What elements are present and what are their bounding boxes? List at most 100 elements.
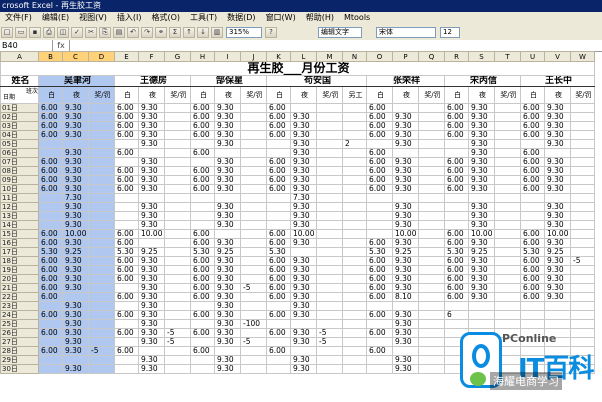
table-cell[interactable]: 9.30 (214, 265, 241, 275)
table-cell[interactable]: 6.00 (114, 328, 139, 338)
table-cell[interactable]: 6.00 (444, 112, 469, 122)
table-cell[interactable] (418, 238, 445, 248)
table-cell[interactable] (342, 256, 367, 266)
table-cell[interactable]: 6.00 (366, 328, 393, 338)
table-cell[interactable] (138, 238, 165, 248)
date-cell[interactable]: 19日 (0, 265, 39, 275)
table-cell[interactable]: 6.00 (266, 292, 291, 302)
table-cell[interactable] (164, 346, 191, 356)
table-cell[interactable]: 6.00 (190, 121, 215, 131)
shift-header[interactable]: 奖/罚 (418, 86, 445, 104)
column-header[interactable]: B (38, 51, 63, 62)
new-icon[interactable]: □ (1, 26, 13, 38)
table-cell[interactable] (520, 193, 545, 203)
table-cell[interactable]: 6.00 (444, 130, 469, 140)
table-cell[interactable]: 6.00 (38, 103, 63, 113)
table-cell[interactable] (88, 265, 115, 275)
paste-icon[interactable]: ▤ (113, 26, 125, 38)
table-cell[interactable]: 9.30 (214, 274, 241, 284)
table-cell[interactable] (316, 283, 343, 293)
table-cell[interactable] (164, 265, 191, 275)
shift-header[interactable]: 夜 (392, 86, 419, 104)
table-cell[interactable]: 9.30 (214, 139, 241, 149)
table-cell[interactable]: 6.00 (444, 166, 469, 176)
table-cell[interactable] (570, 148, 595, 158)
table-cell[interactable]: 9.30 (138, 283, 165, 293)
table-cell[interactable]: 9.30 (290, 211, 317, 221)
table-cell[interactable]: 5.30 (190, 247, 215, 257)
table-cell[interactable]: 9.30 (214, 157, 241, 167)
table-cell[interactable]: 9.25 (62, 247, 89, 257)
table-cell[interactable]: 9.30 (468, 184, 495, 194)
table-cell[interactable]: 9.30 (468, 238, 495, 248)
table-cell[interactable]: 6.00 (190, 148, 215, 158)
table-cell[interactable] (342, 157, 367, 167)
table-cell[interactable] (418, 274, 445, 284)
shift-header[interactable]: 白 (520, 86, 545, 104)
date-cell[interactable]: 23日 (0, 301, 39, 311)
table-cell[interactable] (392, 148, 419, 158)
table-cell[interactable] (316, 148, 343, 158)
table-cell[interactable]: 9.30 (544, 211, 571, 221)
table-cell[interactable]: 6.00 (38, 310, 63, 320)
table-cell[interactable] (444, 139, 469, 149)
table-cell[interactable] (114, 364, 139, 374)
date-cell[interactable]: 21日 (0, 283, 39, 293)
table-cell[interactable] (114, 319, 139, 329)
table-cell[interactable] (88, 337, 115, 347)
shift-header[interactable]: 夜 (62, 86, 89, 104)
table-cell[interactable] (366, 202, 393, 212)
date-cell[interactable]: 04日 (0, 130, 39, 140)
date-cell[interactable]: 28日 (0, 346, 39, 356)
table-cell[interactable]: 9.30 (392, 121, 419, 131)
table-cell[interactable] (494, 211, 521, 221)
table-cell[interactable]: 9.30 (392, 139, 419, 149)
table-cell[interactable]: 6.00 (38, 157, 63, 167)
table-cell[interactable]: 6.00 (520, 265, 545, 275)
date-cell[interactable]: 18日 (0, 256, 39, 266)
table-cell[interactable]: 6.00 (114, 310, 139, 320)
table-cell[interactable] (570, 121, 595, 131)
table-cell[interactable] (214, 193, 241, 203)
table-cell[interactable]: 6.00 (520, 274, 545, 284)
sheet-title[interactable]: 再生胶___月份工资 (0, 61, 595, 76)
table-cell[interactable]: 6.00 (114, 346, 139, 356)
table-cell[interactable] (366, 220, 393, 230)
font-select[interactable]: 宋体 (376, 26, 436, 38)
table-cell[interactable]: 6.00 (520, 130, 545, 140)
table-cell[interactable]: 9.30 (138, 157, 165, 167)
table-cell[interactable] (494, 175, 521, 185)
table-cell[interactable] (366, 337, 393, 347)
table-cell[interactable]: 6.00 (38, 283, 63, 293)
table-cell[interactable]: 6.00 (38, 256, 63, 266)
table-cell[interactable]: 6.00 (38, 274, 63, 284)
copy-icon[interactable]: ⎘ (99, 26, 111, 38)
table-cell[interactable] (240, 148, 267, 158)
shift-header[interactable]: 奖/罚 (316, 86, 343, 104)
table-cell[interactable] (494, 220, 521, 230)
table-cell[interactable] (164, 256, 191, 266)
table-cell[interactable] (190, 139, 215, 149)
table-cell[interactable] (88, 283, 115, 293)
table-cell[interactable]: 6.00 (266, 184, 291, 194)
table-cell[interactable]: -5 (88, 346, 115, 356)
table-cell[interactable]: 9.30 (468, 220, 495, 230)
table-cell[interactable]: 9.30 (392, 202, 419, 212)
date-cell[interactable]: 14日 (0, 220, 39, 230)
table-cell[interactable] (88, 274, 115, 284)
table-cell[interactable] (214, 148, 241, 158)
table-cell[interactable] (316, 184, 343, 194)
table-cell[interactable] (88, 139, 115, 149)
table-cell[interactable] (316, 319, 343, 329)
table-cell[interactable]: 9.30 (62, 211, 89, 221)
table-cell[interactable]: 9.30 (544, 103, 571, 113)
table-cell[interactable] (164, 238, 191, 248)
table-cell[interactable] (240, 157, 267, 167)
table-cell[interactable] (88, 175, 115, 185)
date-cell[interactable]: 09日 (0, 175, 39, 185)
table-cell[interactable]: 9.30 (138, 220, 165, 230)
table-cell[interactable]: 9.30 (62, 256, 89, 266)
table-cell[interactable] (266, 202, 291, 212)
table-cell[interactable] (240, 121, 267, 131)
table-cell[interactable] (342, 112, 367, 122)
